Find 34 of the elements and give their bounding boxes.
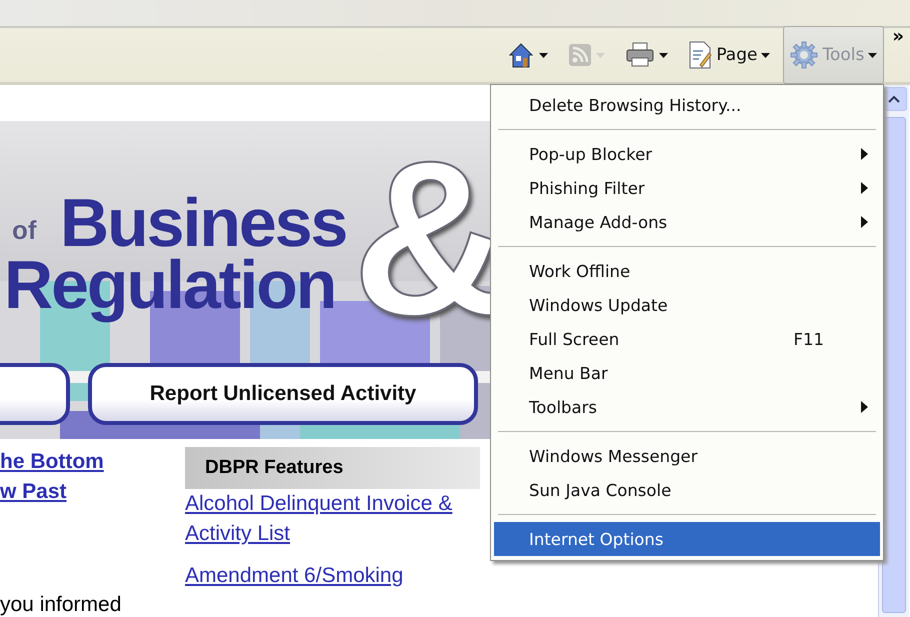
link[interactable]: he Bottom [0, 447, 185, 477]
caret-icon [596, 52, 606, 58]
submenu-arrow-icon [861, 401, 868, 413]
caret-icon [868, 52, 878, 58]
menu-item[interactable]: Internet Options [494, 522, 880, 556]
submenu-arrow-icon [861, 182, 868, 194]
gear-icon [790, 41, 818, 69]
feature-link[interactable]: Amendment 6/Smoking [185, 561, 455, 591]
shortcut-text: F11 [794, 330, 824, 348]
caret-icon [539, 52, 548, 58]
more-tools-chevron[interactable]: » [890, 26, 906, 47]
menu-item[interactable]: Sun Java Console [494, 473, 880, 507]
chevron-up-icon [888, 95, 900, 103]
page-icon [688, 41, 712, 69]
nav-button[interactable]: Report Unlicensed Activity [88, 363, 478, 425]
scroll-thumb[interactable] [882, 117, 906, 613]
features-heading: DBPR Features [185, 447, 480, 489]
caret-icon [659, 52, 668, 58]
page-button[interactable]: Page [681, 37, 778, 73]
link[interactable]: w Past [0, 477, 185, 507]
logo-text: Business [60, 189, 346, 257]
feature-link[interactable]: Alcohol Delinquent Invoice & Activity List [185, 489, 455, 549]
feed-icon [568, 43, 592, 67]
caret-icon [761, 52, 770, 58]
submenu-arrow-icon [861, 216, 868, 228]
menu-item[interactable]: Toolbars [494, 390, 880, 424]
menu-item[interactable]: Delete Browsing History... [494, 88, 880, 122]
printer-icon [625, 42, 656, 68]
house-icon [507, 41, 536, 69]
body-text: you informed [0, 593, 122, 617]
logo-text: of [12, 215, 37, 246]
menu-item[interactable]: Windows Messenger [494, 439, 880, 473]
nav-button[interactable] [0, 363, 70, 425]
submenu-arrow-icon [861, 148, 868, 160]
